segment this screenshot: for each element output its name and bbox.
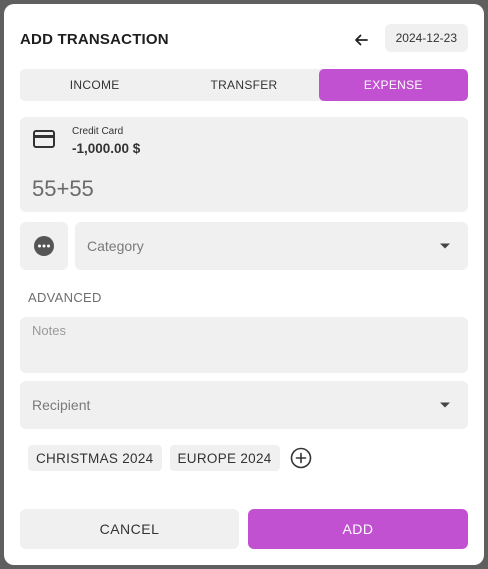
add-button[interactable]: ADD (248, 509, 468, 549)
more-horizontal-icon (34, 236, 54, 256)
notes-placeholder: Notes (32, 323, 66, 338)
date-picker-button[interactable]: 2024-12-23 (384, 24, 468, 52)
dialog-title: ADD TRANSACTION (20, 31, 169, 48)
tab-expense[interactable]: EXPENSE (318, 69, 468, 101)
advanced-section-label: ADVANCED (28, 290, 102, 305)
category-placeholder: Category (87, 238, 144, 254)
credit-card-icon[interactable] (33, 130, 55, 150)
category-select[interactable]: Category (75, 222, 468, 270)
recipient-select[interactable]: Recipient (20, 381, 468, 429)
chevron-down-icon (440, 402, 450, 408)
tab-income[interactable]: INCOME (20, 69, 169, 101)
transaction-type-tabs: INCOME TRANSFER EXPENSE (20, 69, 468, 101)
account-name[interactable]: Credit Card (72, 126, 123, 137)
category-icon-button[interactable] (20, 222, 68, 270)
cancel-button[interactable]: CANCEL (20, 509, 239, 549)
amount-input[interactable] (32, 176, 332, 202)
tag-chip[interactable]: EUROPE 2024 (169, 445, 280, 471)
tag-list: CHRISTMAS 2024 EUROPE 2024 (28, 445, 312, 471)
notes-field[interactable]: Notes (20, 317, 468, 373)
account-balance: -1,000.00 $ (72, 141, 141, 156)
tag-chip[interactable]: CHRISTMAS 2024 (28, 445, 162, 471)
add-tag-icon[interactable] (290, 447, 312, 469)
back-arrow-icon[interactable] (348, 27, 374, 53)
amount-card: Credit Card -1,000.00 $ (20, 117, 468, 212)
recipient-placeholder: Recipient (32, 397, 91, 413)
add-transaction-dialog: ADD TRANSACTION 2024-12-23 INCOME TRANSF… (4, 4, 484, 565)
tab-transfer[interactable]: TRANSFER (169, 69, 318, 101)
dialog-header: ADD TRANSACTION 2024-12-23 (20, 24, 468, 58)
chevron-down-icon (440, 243, 450, 249)
